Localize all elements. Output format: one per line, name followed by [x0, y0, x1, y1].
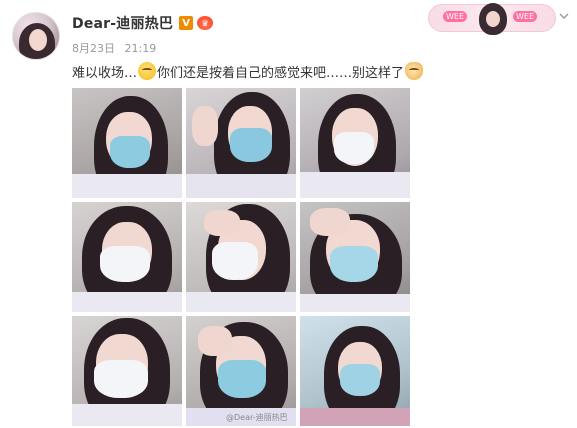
- banner-portrait: [479, 3, 507, 35]
- photo-2[interactable]: [186, 88, 296, 198]
- name-row: Dear-迪丽热巴 V ♛: [72, 13, 214, 33]
- user-avatar[interactable]: [12, 12, 60, 60]
- avatar-face: [29, 29, 47, 51]
- sleepy-face-icon: [138, 62, 157, 80]
- photo-watermark: @Dear-迪丽热巴: [226, 413, 288, 422]
- post-meta: 8月23日 21:19: [72, 40, 156, 56]
- post-text-part2: 你们还是按着自己的感觉来吧……别这样了: [157, 65, 405, 81]
- photo-5[interactable]: [186, 202, 296, 312]
- banner-tag-left: WEE: [443, 11, 468, 22]
- photo-8[interactable]: [186, 316, 296, 426]
- banner-tag-right: WEE: [513, 11, 538, 22]
- photo-7[interactable]: [72, 316, 182, 426]
- photo-4[interactable]: [72, 202, 182, 312]
- cat-face-icon: [405, 62, 424, 80]
- post-date[interactable]: 8月23日: [72, 42, 115, 55]
- username-link[interactable]: Dear-迪丽热巴: [72, 13, 173, 33]
- verified-badge-icon: V: [179, 16, 194, 30]
- photo-9[interactable]: [300, 316, 410, 426]
- member-crown-icon: ♛: [197, 16, 214, 30]
- photo-1[interactable]: [72, 88, 182, 198]
- photo-3[interactable]: [300, 88, 410, 198]
- profile-banner[interactable]: WEE WEE: [428, 3, 556, 35]
- photo-6[interactable]: [300, 202, 410, 312]
- post-time[interactable]: 21:19: [125, 42, 157, 55]
- post-text-part1: 难以收场…: [72, 65, 138, 81]
- photo-grid: [72, 88, 410, 428]
- chevron-down-icon[interactable]: [559, 11, 569, 21]
- post-content: 难以收场… 你们还是按着自己的感觉来吧……别这样了: [72, 60, 424, 82]
